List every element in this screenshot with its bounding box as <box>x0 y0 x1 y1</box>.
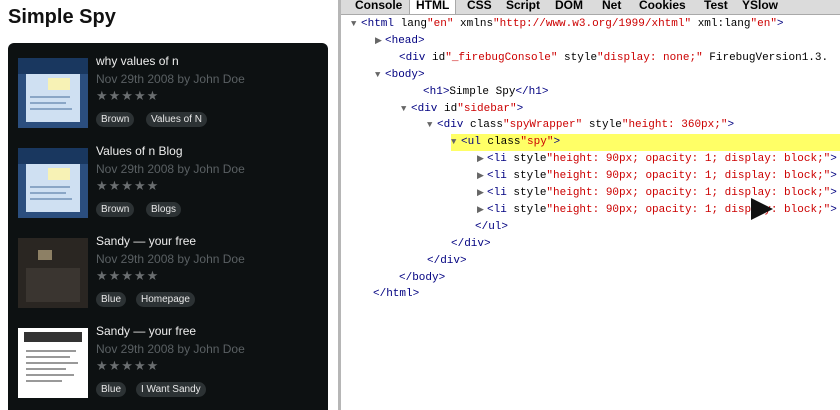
spy-item[interactable]: Values of n Blog Nov 29th 2008 by John Do… <box>8 136 328 226</box>
tab-net[interactable]: Net <box>602 0 621 14</box>
expanded-twisty-icon[interactable]: ▼ <box>351 16 361 33</box>
thumbnail-image[interactable] <box>18 328 88 398</box>
item-meta: Nov 29th 2008 by John Doe <box>96 252 245 266</box>
collapsed-twisty-icon[interactable]: ▶ <box>477 168 487 185</box>
node-markup: <div class"spyWrapper" style"height: 360… <box>437 119 735 132</box>
expanded-twisty-icon[interactable]: ▼ <box>401 101 411 118</box>
spy-item[interactable]: Sandy — your free Nov 29th 2008 by John D… <box>8 226 328 316</box>
expanded-twisty-icon[interactable]: ▼ <box>427 117 437 134</box>
tab-script[interactable]: Script <box>506 0 540 14</box>
dom-tree-node[interactable]: ▶ <head> <box>375 33 425 50</box>
tab-dom[interactable]: DOM <box>555 0 583 14</box>
tab-cookies[interactable]: Cookies <box>639 0 686 14</box>
dom-tree-node[interactable]: ▶ <li style"height: 90px; opacity: 1; dis… <box>477 168 837 185</box>
item-title[interactable]: Sandy — your free <box>96 324 196 338</box>
node-markup: </div> <box>427 254 467 267</box>
node-markup: <li style"height: 90px; opacity: 1; disp… <box>487 203 837 216</box>
dom-tree-node[interactable]: ▶ <li style"height: 90px; opacity: 1; dis… <box>477 202 837 219</box>
expanded-twisty-icon[interactable]: ▼ <box>451 134 461 151</box>
node-markup: <li style"height: 90px; opacity: 1; disp… <box>487 170 837 183</box>
dom-tree-node[interactable]: </ul> <box>465 219 508 236</box>
dom-tree-node[interactable]: </body> <box>389 270 445 287</box>
node-markup: <html lang"en" xmlns"http://www.w3.org/1… <box>361 18 784 30</box>
dom-tree-node[interactable]: ▶ <li style"height: 90px; opacity: 1; dis… <box>477 151 837 168</box>
dom-tree-node[interactable]: <div id"_firebugConsole" style"display: … <box>389 50 828 67</box>
tag-badge[interactable]: Brown <box>96 112 135 127</box>
item-title[interactable]: Values of n Blog <box>96 144 183 158</box>
star-rating-icon[interactable]: ★★★★★ <box>96 178 159 194</box>
tag-badge[interactable]: Blue <box>96 382 127 397</box>
star-rating-icon[interactable]: ★★★★★ <box>96 88 159 104</box>
tag-badge[interactable]: Blue <box>96 292 127 307</box>
dom-tree-node[interactable]: ▼ <ul class"spy"> <box>451 134 840 152</box>
spy-item[interactable]: Sandy — your free Nov 29th 2008 by John D… <box>8 316 328 406</box>
node-markup: <ul class"spy"> <box>461 136 561 149</box>
dom-tree-node[interactable]: ▼ <html lang"en" xmlns"http://www.w3.org/… <box>351 16 784 33</box>
tab-test[interactable]: Test <box>704 0 728 14</box>
node-markup: <div id"sidebar"> <box>411 102 524 115</box>
tag-badge[interactable]: Blogs <box>146 202 182 217</box>
node-markup: <li style"height: 90px; opacity: 1; disp… <box>487 187 837 199</box>
dom-tree-node[interactable]: </div> <box>417 253 467 270</box>
item-title[interactable]: why values of n <box>96 54 179 68</box>
collapsed-twisty-icon[interactable]: ▶ <box>375 33 385 50</box>
thumbnail-image[interactable] <box>18 58 88 128</box>
thumbnail-image[interactable] <box>18 148 88 218</box>
star-rating-icon[interactable]: ★★★★★ <box>96 268 159 284</box>
firebug-tab-bar: Console HTML CSS Script DOM Net Cookies Test YSl… <box>341 0 840 15</box>
tab-html[interactable]: HTML <box>409 0 457 15</box>
node-markup: <body> <box>385 68 425 81</box>
dom-tree-node[interactable]: </div> <box>441 236 491 253</box>
dom-tree-node[interactable]: ▼ <div id"sidebar"> <box>401 101 523 118</box>
tab-console[interactable]: Console <box>355 0 402 14</box>
dom-tree-node[interactable]: <h1>Simple Spy</h1> <box>413 84 548 101</box>
node-markup: </html> <box>373 288 420 301</box>
dom-tree-node[interactable]: ▼ <div class"spyWrapper" style"height: 36… <box>427 117 734 134</box>
page-title: Simple Spy <box>8 6 116 28</box>
node-markup: <li style"height: 90px; opacity: 1; disp… <box>487 153 837 166</box>
spy-item[interactable]: why values of n Nov 29th 2008 by John Doe… <box>8 46 328 136</box>
tab-css[interactable]: CSS <box>467 0 492 14</box>
tag-badge[interactable]: Values of N <box>146 112 207 127</box>
node-markup: <div id"_firebugConsole" style"display: … <box>399 51 829 64</box>
dom-tree-node[interactable]: </html> <box>363 286 419 303</box>
node-markup: </div> <box>451 237 491 250</box>
expanded-twisty-icon[interactable]: ▼ <box>375 67 385 84</box>
spy-sidebar: why values of n Nov 29th 2008 by John Doe… <box>8 43 328 410</box>
thumbnail-image[interactable] <box>18 238 88 308</box>
item-meta: Nov 29th 2008 by John Doe <box>96 162 245 176</box>
item-meta: Nov 29th 2008 by John Doe <box>96 342 245 356</box>
demo-page: Simple Spy why values of n Nov 29th 2008 … <box>0 0 338 410</box>
item-meta: Nov 29th 2008 by John Doe <box>96 72 245 86</box>
tag-badge[interactable]: Brown <box>96 202 135 217</box>
node-markup: </ul> <box>475 220 509 233</box>
dom-tree-node[interactable]: ▶ <li style"height: 90px; opacity: 1; dis… <box>477 185 837 202</box>
node-markup: </body> <box>399 271 446 284</box>
item-title[interactable]: Sandy — your free <box>96 234 196 248</box>
collapsed-twisty-icon[interactable]: ▶ <box>477 185 487 202</box>
mouse-pointer-icon <box>751 198 773 220</box>
collapsed-twisty-icon[interactable]: ▶ <box>477 202 487 219</box>
collapsed-twisty-icon[interactable]: ▶ <box>477 151 487 168</box>
node-markup: <h1>Simple Spy</h1> <box>423 85 549 98</box>
star-rating-icon[interactable]: ★★★★★ <box>96 358 159 374</box>
firebug-panel: Console HTML CSS Script DOM Net Cookies Test YSl… <box>338 0 840 410</box>
node-markup: <head> <box>385 34 425 47</box>
tag-badge[interactable]: Homepage <box>136 292 195 307</box>
tag-badge[interactable]: I Want Sandy <box>136 382 206 397</box>
tab-yslow[interactable]: YSlow <box>742 0 778 14</box>
dom-tree-node[interactable]: ▼ <body> <box>375 67 425 84</box>
